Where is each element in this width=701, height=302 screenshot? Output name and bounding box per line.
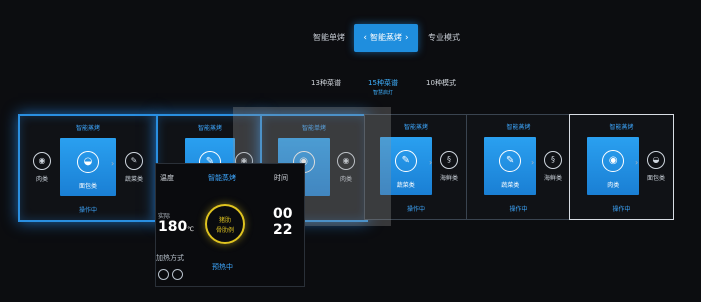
side-label: 蔬菜类 bbox=[124, 176, 143, 183]
chevron-right-icon[interactable]: › bbox=[429, 158, 432, 167]
card-title: 智能蒸烤 bbox=[609, 124, 634, 131]
side-label: 面包类 bbox=[646, 175, 665, 182]
tab-label: 智能蒸烤 bbox=[370, 33, 402, 42]
steam-icon[interactable] bbox=[158, 269, 169, 280]
card-title: 智能蒸烤 bbox=[75, 125, 100, 132]
status-text: 操作中 bbox=[78, 207, 97, 214]
recipe-card[interactable]: 智能蒸烤 ◉ 肉类 › ◒ 面包类 操作中 bbox=[569, 114, 674, 220]
time-header: 时间 bbox=[274, 174, 288, 182]
side-label: 海鲜类 bbox=[439, 175, 458, 182]
temp-unit: ℃ bbox=[187, 226, 194, 233]
recipe-ring[interactable]: 猪肋 骨肋例 bbox=[205, 204, 245, 244]
fish-icon: ◉ bbox=[602, 150, 625, 172]
vegetable-icon: ✎ bbox=[125, 152, 143, 170]
side-label: 海鲜类 bbox=[543, 175, 562, 182]
status-text: 操作中 bbox=[612, 206, 631, 213]
status-text: 预热中 bbox=[212, 263, 233, 271]
temperature-header: 温度 bbox=[160, 174, 174, 182]
tab-smart-steam-bake[interactable]: ‹ 智能蒸烤 › bbox=[354, 24, 418, 52]
tab-smart-bake[interactable]: 智能单烤 bbox=[308, 24, 350, 52]
heating-method-label: 加热方式 bbox=[156, 254, 184, 262]
heating-method-icons bbox=[158, 265, 186, 284]
card-title: 智能蒸烤 bbox=[506, 124, 531, 131]
tab-10-modes[interactable]: 10种模式 bbox=[420, 78, 462, 88]
recipe-card[interactable]: 智能蒸烤 ◉ 肉类 ‹ ◒ 面包类 › ✎ 蔬菜类 操作中 bbox=[18, 114, 158, 222]
side-option-right[interactable]: ◒ 面包类 bbox=[642, 151, 670, 182]
temp-number: 180 bbox=[158, 219, 188, 235]
sub-tab-label: 13种菜谱 bbox=[311, 79, 341, 87]
cooking-detail-panel: 温度 智能蒸烤 时间 实际 180℃ 猪肋 骨肋例 00 22 加热方式 预热中 bbox=[155, 163, 305, 287]
mode-selector: 智能单烤 ‹ 智能蒸烤 › 专业模式 bbox=[298, 24, 470, 52]
fan-icon[interactable] bbox=[172, 269, 183, 280]
side-option-right[interactable]: § 海鲜类 bbox=[539, 151, 567, 182]
fish-icon: ◉ bbox=[33, 152, 51, 170]
side-label: 肉类 bbox=[35, 176, 48, 183]
mode-header: 智能蒸烤 bbox=[208, 174, 236, 182]
selected-option[interactable]: ✎ 蔬菜类 bbox=[484, 137, 537, 195]
center-label: 肉类 bbox=[607, 182, 620, 189]
temperature-value: 180℃ bbox=[158, 219, 194, 235]
chevron-right-icon[interactable]: › bbox=[531, 158, 534, 167]
center-label: 蔬菜类 bbox=[501, 182, 520, 189]
time-value-2: 22 bbox=[273, 222, 293, 238]
side-option-right[interactable]: ✎ 蔬菜类 bbox=[120, 152, 148, 183]
center-label: 面包类 bbox=[78, 183, 97, 190]
side-option-left[interactable]: ◉ 肉类 bbox=[28, 152, 56, 183]
bread-icon: ◒ bbox=[647, 151, 665, 169]
chevron-right-icon[interactable]: › bbox=[111, 159, 114, 168]
chevron-right-icon[interactable]: › bbox=[405, 33, 409, 43]
tab-15-recipes[interactable]: 15种菜谱智慧启灯 bbox=[362, 78, 404, 96]
recipe-count-tabs: 13种菜谱 15种菜谱智慧启灯 10种模式 bbox=[306, 78, 466, 108]
status-text: 操作中 bbox=[509, 206, 528, 213]
recipe-card[interactable]: 智能蒸烤 ✎ 蔬菜类 › § 海鲜类 操作中 bbox=[466, 114, 571, 220]
bread-icon: ◒ bbox=[77, 151, 99, 173]
tab-pro-mode[interactable]: 专业模式 bbox=[422, 24, 466, 52]
chevron-right-icon[interactable]: › bbox=[635, 158, 638, 167]
ring-line-2: 骨肋例 bbox=[215, 227, 234, 234]
vegetable-icon: ✎ bbox=[394, 150, 417, 172]
shrimp-icon: § bbox=[544, 151, 562, 169]
sub-tab-hint: 智慧启灯 bbox=[372, 90, 393, 96]
time-value-1: 00 bbox=[273, 206, 293, 222]
ring-line-1: 猪肋 bbox=[218, 217, 231, 224]
chevron-left-icon[interactable]: ‹ bbox=[363, 33, 367, 43]
tab-13-recipes[interactable]: 13种菜谱 bbox=[306, 78, 346, 88]
side-option-right[interactable]: § 海鲜类 bbox=[435, 151, 463, 182]
shrimp-icon: § bbox=[440, 151, 458, 169]
selected-option[interactable]: ◒ 面包类 bbox=[60, 138, 116, 196]
selected-option[interactable]: ◉ 肉类 bbox=[587, 137, 640, 195]
sub-tab-label: 15种菜谱 bbox=[368, 79, 398, 87]
sub-tab-label: 10种模式 bbox=[426, 79, 456, 87]
vegetable-icon: ✎ bbox=[499, 150, 522, 172]
